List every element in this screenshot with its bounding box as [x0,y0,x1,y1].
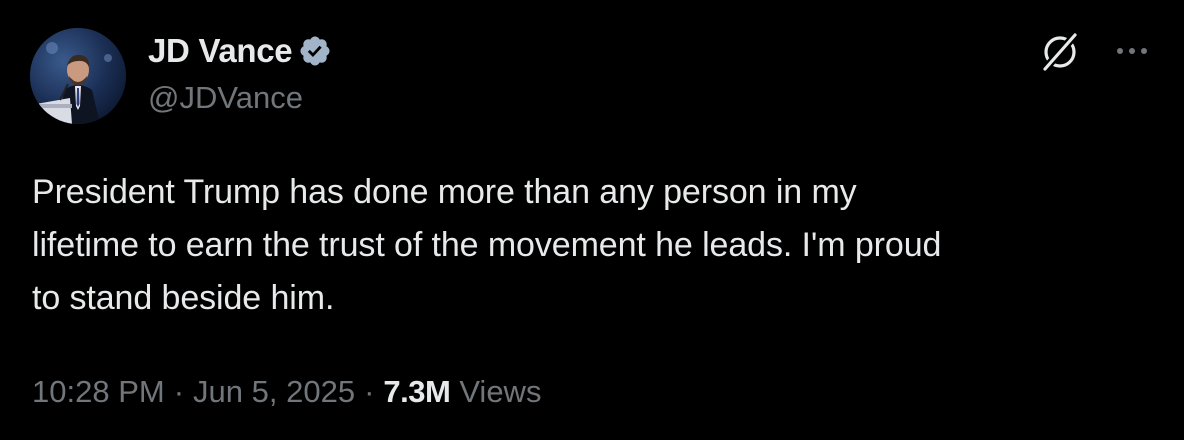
more-options-icon[interactable] [1112,36,1152,66]
slashed-circle-icon[interactable] [1038,30,1082,74]
tweet-text: President Trump has done more than any p… [32,173,942,317]
verified-badge-icon[interactable] [298,34,332,68]
meta-separator: · [364,374,375,409]
tweet-card: JD Vance @JDVance President Trump has do… [0,0,1184,440]
author-display-name[interactable]: JD Vance [148,32,293,70]
views-count: 7.3M [383,374,451,409]
avatar[interactable] [30,28,126,124]
tweet-time[interactable]: 10:28 PM [32,374,165,410]
views-label: Views [459,374,542,409]
tweet-date[interactable]: Jun 5, 2025 [193,374,355,410]
author-name-row: JD Vance [148,30,332,72]
meta-separator: · [173,374,185,409]
tweet-meta: 10:28 PM · Jun 5, 2025 · 7.3M Views [32,374,541,410]
author-handle[interactable]: @JDVance [148,80,303,116]
